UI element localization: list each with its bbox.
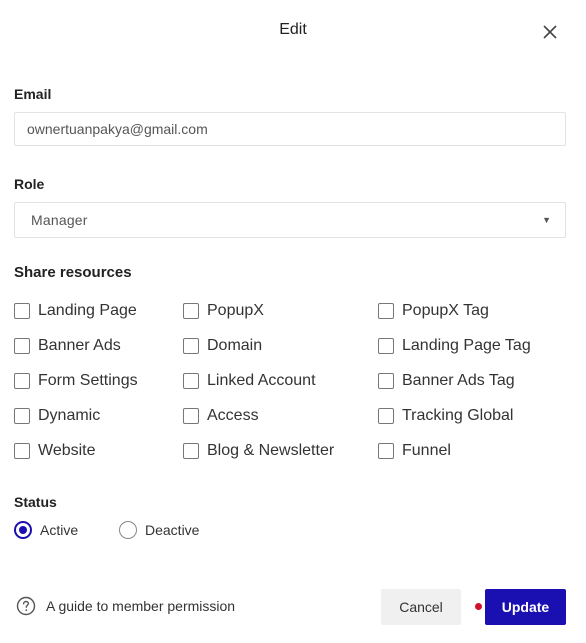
checkbox-form-settings[interactable]: Form Settings	[14, 372, 138, 390]
checkbox-box[interactable]	[183, 303, 199, 319]
email-field[interactable]	[14, 112, 566, 146]
dropdown-arrow-icon: ▼	[542, 215, 551, 225]
radio-active[interactable]: Active	[14, 521, 78, 539]
checkbox-box[interactable]	[14, 338, 30, 354]
checkbox-tracking-global[interactable]: Tracking Global	[378, 407, 513, 425]
checkbox-label: Form Settings	[38, 372, 138, 389]
radio-deactive[interactable]: Deactive	[119, 521, 199, 539]
checkbox-banner-ads[interactable]: Banner Ads	[14, 337, 121, 355]
share-resources-title: Share resources	[14, 264, 132, 281]
close-icon[interactable]	[540, 22, 560, 42]
checkbox-label: Banner Ads Tag	[402, 372, 515, 389]
checkbox-label: Domain	[207, 337, 263, 354]
checkbox-box[interactable]	[14, 443, 30, 459]
checkbox-box[interactable]	[378, 443, 394, 459]
checkbox-popupx[interactable]: PopupX	[183, 302, 264, 320]
radio-label: Deactive	[145, 522, 200, 538]
checkbox-box[interactable]	[378, 303, 394, 319]
checkbox-box[interactable]	[183, 373, 199, 389]
role-select[interactable]: Manager ▼	[14, 202, 566, 238]
checkbox-dynamic[interactable]: Dynamic	[14, 407, 100, 425]
checkbox-box[interactable]	[14, 373, 30, 389]
checkbox-box[interactable]	[14, 303, 30, 319]
checkbox-label: Banner Ads	[38, 337, 121, 354]
checkbox-box[interactable]	[183, 408, 199, 424]
checkbox-label: Access	[207, 407, 259, 424]
checkbox-label: PopupX	[207, 302, 264, 319]
checkbox-landing-page[interactable]: Landing Page	[14, 302, 137, 320]
radio-selected-icon[interactable]	[14, 521, 32, 539]
checkbox-label: Landing Page	[38, 302, 137, 319]
checkbox-label: Dynamic	[38, 407, 101, 424]
checkbox-label: Website	[38, 442, 96, 459]
checkbox-box[interactable]	[14, 408, 30, 424]
checkbox-domain[interactable]: Domain	[183, 337, 262, 355]
cancel-button[interactable]: Cancel	[381, 589, 461, 625]
unsaved-indicator-dot	[475, 603, 482, 610]
dialog-header: Edit	[0, 0, 586, 62]
status-label: Status	[14, 494, 57, 510]
radio-unselected-icon[interactable]	[119, 521, 137, 539]
dialog-title: Edit	[279, 21, 307, 38]
checkbox-box[interactable]	[378, 338, 394, 354]
checkbox-box[interactable]	[183, 443, 199, 459]
checkbox-label: Blog & Newsletter	[207, 442, 335, 459]
checkbox-popupx-tag[interactable]: PopupX Tag	[378, 302, 489, 320]
checkbox-box[interactable]	[378, 408, 394, 424]
help-circle-icon	[16, 596, 36, 616]
update-button[interactable]: Update	[485, 589, 566, 625]
checkbox-access[interactable]: Access	[183, 407, 259, 425]
checkbox-label: PopupX Tag	[402, 302, 489, 319]
role-label: Role	[14, 176, 45, 192]
role-select-value: Manager	[31, 212, 88, 228]
checkbox-blog-newsletter[interactable]: Blog & Newsletter	[183, 442, 334, 460]
email-label: Email	[14, 86, 52, 102]
checkbox-label: Funnel	[402, 442, 451, 459]
checkbox-label: Tracking Global	[402, 407, 514, 424]
checkbox-label: Landing Page Tag	[402, 337, 531, 354]
checkbox-box[interactable]	[378, 373, 394, 389]
checkbox-label: Linked Account	[207, 372, 316, 389]
checkbox-website[interactable]: Website	[14, 442, 96, 460]
checkbox-linked-account[interactable]: Linked Account	[183, 372, 316, 390]
checkbox-banner-ads-tag[interactable]: Banner Ads Tag	[378, 372, 515, 390]
checkbox-funnel[interactable]: Funnel	[378, 442, 451, 460]
member-permission-guide-link[interactable]: A guide to member permission	[16, 596, 235, 616]
checkbox-box[interactable]	[183, 338, 199, 354]
guide-text: A guide to member permission	[46, 598, 236, 614]
checkbox-landing-page-tag[interactable]: Landing Page Tag	[378, 337, 531, 355]
radio-label: Active	[40, 522, 79, 538]
